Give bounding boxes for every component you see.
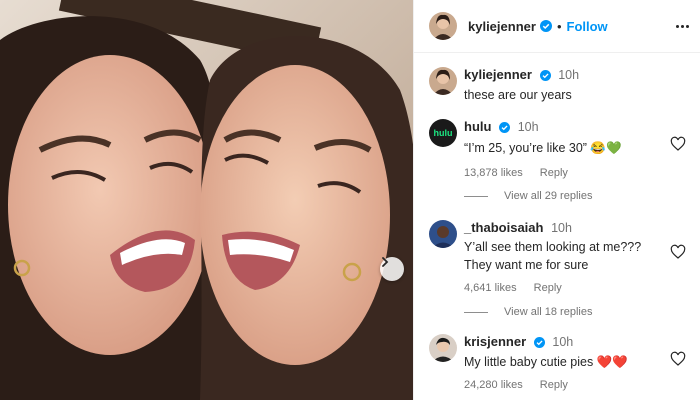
comment-time: 10h (551, 221, 572, 235)
verified-badge-icon (533, 337, 545, 348)
comment-text: “I’m 25, you’re like 30” 😂💚 (464, 141, 622, 155)
comment-username[interactable]: krisjenner (464, 334, 526, 349)
avatar[interactable] (429, 12, 457, 40)
verified-badge-icon (539, 70, 551, 81)
caption: kyliejenner 10h these are our years (429, 67, 694, 104)
comment-text: My little baby cutie pies ❤️❤️ (464, 355, 628, 369)
avatar[interactable]: hulu (429, 119, 457, 147)
caption-time: 10h (558, 68, 580, 82)
reply-button[interactable]: Reply (540, 167, 568, 179)
like-count[interactable]: 24,280 likes (464, 379, 523, 391)
like-count[interactable]: 4,641 likes (464, 282, 517, 294)
reply-button[interactable]: Reply (540, 379, 568, 391)
view-replies-button[interactable]: View all 29 replies (464, 190, 592, 202)
more-options-icon[interactable] (672, 16, 692, 36)
comment-time: 10h (552, 335, 574, 349)
verified-badge-icon (539, 20, 552, 32)
avatar[interactable] (429, 334, 457, 362)
selfie-image (0, 0, 413, 400)
comments-panel: kyliejenner • Follow kyliejenner 10h the… (413, 0, 700, 400)
post-header: kyliejenner • Follow (414, 0, 700, 53)
like-heart-icon[interactable] (670, 244, 686, 260)
post-photo[interactable] (0, 0, 413, 400)
next-photo-button[interactable] (380, 257, 404, 281)
caption-username[interactable]: kyliejenner (464, 67, 532, 82)
chevron-right-icon (382, 257, 389, 267)
follow-button[interactable]: Follow (567, 19, 608, 34)
replies-line (464, 311, 488, 313)
avatar[interactable] (429, 67, 457, 95)
comment-item: _thaboisaiah 10h Y’all see them looking … (429, 220, 694, 294)
comment-time: 10h (517, 120, 539, 134)
comment-username[interactable]: hulu (464, 119, 491, 134)
header-username[interactable]: kyliejenner (468, 19, 536, 34)
view-replies-button[interactable]: View all 18 replies (464, 306, 592, 318)
like-count[interactable]: 13,878 likes (464, 167, 523, 179)
reply-button[interactable]: Reply (534, 282, 562, 294)
like-heart-icon[interactable] (670, 351, 686, 367)
verified-badge-icon (499, 122, 511, 133)
replies-line (464, 195, 488, 197)
like-heart-icon[interactable] (670, 136, 686, 152)
avatar[interactable] (429, 220, 457, 248)
hulu-logo: hulu (433, 128, 453, 138)
view-replies-label: View all 29 replies (504, 190, 593, 202)
caption-text: these are our years (464, 88, 572, 102)
separator: • (556, 18, 562, 34)
comment-item: krisjenner 10h My little baby cutie pies… (429, 334, 694, 391)
comment-text: Y’all see them looking at me??? They wan… (464, 240, 642, 272)
view-replies-label: View all 18 replies (504, 306, 593, 318)
comment-username[interactable]: _thaboisaiah (464, 220, 543, 235)
comment-item: hulu hulu 10h “I’m 25, you’re like 30” 😂… (429, 119, 694, 179)
